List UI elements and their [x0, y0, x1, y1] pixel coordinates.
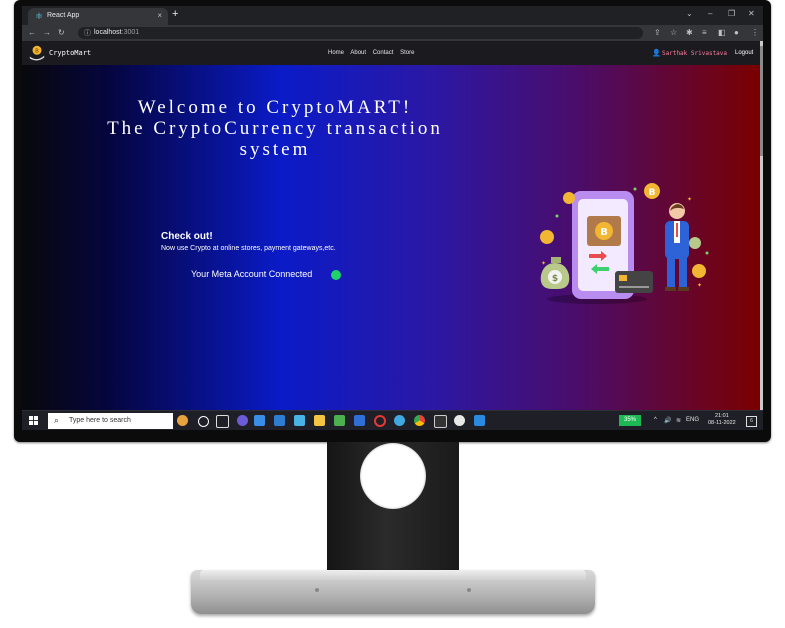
app-icon-7[interactable] — [454, 415, 465, 426]
url-host: localhost — [94, 29, 122, 36]
side-panel-icon[interactable]: ◧ — [718, 28, 726, 37]
connected-status-dot — [331, 270, 341, 280]
address-bar[interactable]: ⓘ localhost:3001 — [78, 27, 643, 39]
monitor-stand-base-top — [200, 570, 586, 580]
nav-about-link[interactable]: About — [350, 50, 366, 56]
search-icon: ⌕ — [54, 415, 60, 425]
monitor-hinge-left — [315, 588, 319, 592]
user-name[interactable]: Sarthak Srivastava — [662, 50, 727, 57]
check-out-heading: Check out! — [161, 231, 213, 242]
svg-text:B: B — [35, 49, 39, 55]
desktop-stage: ⚛ React App × + ⌄ – ❐ ✕ ← → ↻ ⓘ localhos… — [0, 0, 785, 628]
nav-home-link[interactable]: Home — [328, 50, 344, 56]
monitor-hinge-right — [467, 588, 471, 592]
hero-title-line-3: system — [239, 139, 311, 160]
react-icon: ⚛ — [35, 11, 44, 21]
tab-title: React App — [47, 12, 80, 19]
vscode-icon[interactable] — [474, 415, 485, 426]
close-tab-icon[interactable]: × — [157, 11, 162, 20]
reading-list-icon[interactable]: ≡ — [702, 28, 707, 37]
hero-title-line-1: Welcome to CryptoMART! — [137, 97, 413, 118]
monitor-stand-hole — [360, 443, 426, 509]
site-navbar: B CryptoMart Home About Contact Store 👤 … — [22, 41, 763, 65]
close-window-icon[interactable]: ✕ — [748, 9, 755, 18]
svg-text:B: B — [649, 188, 656, 198]
app-icon-1[interactable] — [237, 415, 248, 426]
clock-time: 21:01 — [714, 413, 729, 419]
windows-taskbar: ⌕ Type here to search 35% ^ 🔊 ≋ ENG 21:0… — [22, 410, 763, 430]
mail-icon[interactable] — [254, 415, 265, 426]
svg-text:$: $ — [552, 274, 558, 284]
restore-icon[interactable]: ❐ — [728, 9, 735, 18]
file-explorer-icon[interactable] — [314, 415, 325, 426]
volume-icon[interactable]: 🔊 — [664, 417, 671, 424]
back-icon[interactable]: ← — [28, 28, 36, 37]
task-view-icon[interactable] — [216, 415, 229, 428]
app-icon-2[interactable] — [294, 415, 305, 426]
tab-search-icon[interactable]: ⌄ — [686, 9, 693, 18]
nav-contact-link[interactable]: Contact — [373, 50, 394, 56]
nav-store-link[interactable]: Store — [400, 50, 414, 56]
taskbar-clock[interactable]: 21:01 08-11-2022 — [708, 413, 736, 427]
check-out-description: Now use Crypto at online stores, payment… — [161, 245, 336, 252]
chrome-icon[interactable] — [414, 415, 425, 426]
share-icon[interactable]: ⇪ — [654, 28, 661, 37]
minimize-icon[interactable]: – — [708, 9, 712, 18]
taskbar-search-input[interactable]: ⌕ Type here to search — [48, 413, 173, 429]
hero-title-line-2: The CryptoCurrency transaction — [107, 118, 443, 139]
wifi-icon[interactable]: ≋ — [676, 417, 681, 424]
new-tab-button[interactable]: + — [172, 8, 178, 20]
crypto-payment-illustration: B $ B ✦ ✦ ✦ — [540, 183, 709, 304]
brand-name[interactable]: CryptoMart — [49, 49, 91, 57]
app-icon-3[interactable] — [334, 415, 345, 426]
svg-text:B: B — [600, 227, 608, 238]
nav-links: Home About Contact Store — [328, 50, 419, 56]
profile-avatar-icon[interactable]: ● — [734, 28, 739, 37]
user-icon: 👤 — [652, 50, 661, 57]
brand-logo-icon[interactable]: B — [28, 44, 46, 62]
logout-link[interactable]: Logout — [735, 50, 753, 56]
extensions-icon[interactable]: ✱ — [686, 28, 693, 37]
app-icon-4[interactable] — [354, 415, 365, 426]
app-icon-5[interactable] — [394, 415, 405, 426]
browser-tab[interactable]: ⚛ React App × — [28, 8, 168, 25]
notification-center-icon[interactable]: 6 — [746, 416, 757, 427]
forward-icon[interactable]: → — [43, 28, 51, 37]
windows-start-icon[interactable] — [29, 416, 38, 425]
url-text: localhost:3001 — [94, 29, 139, 36]
cortana-icon[interactable] — [198, 416, 209, 427]
clock-date: 08-11-2022 — [708, 420, 736, 426]
browser-toolbar: ← → ↻ ⓘ localhost:3001 ⇪ ☆ ✱ ≡ ◧ ● ⋮ — [22, 25, 763, 41]
svg-text:✦: ✦ — [687, 196, 692, 203]
more-menu-icon[interactable]: ⋮ — [751, 28, 759, 37]
search-placeholder: Type here to search — [69, 417, 131, 424]
store-icon[interactable] — [274, 415, 285, 426]
url-port: :3001 — [121, 29, 140, 36]
site-info-icon[interactable]: ⓘ — [84, 28, 91, 38]
battery-percent-badge[interactable]: 35% — [619, 415, 641, 426]
browser-tab-bar: ⚛ React App × + ⌄ – ❐ ✕ — [22, 6, 763, 25]
svg-text:✦: ✦ — [541, 260, 546, 267]
reload-icon[interactable]: ↻ — [58, 28, 65, 37]
app-icon-6[interactable] — [434, 415, 447, 428]
monitor-screen: ⚛ React App × + ⌄ – ❐ ✕ ← → ↻ ⓘ localhos… — [22, 6, 763, 430]
scrollbar-thumb[interactable] — [760, 46, 763, 156]
svg-text:✦: ✦ — [697, 282, 702, 289]
hero-title: Welcome to CryptoMART! The CryptoCurrenc… — [70, 97, 480, 160]
opera-icon[interactable] — [374, 415, 386, 427]
language-indicator[interactable]: ENG — [686, 417, 699, 423]
show-hidden-icons[interactable]: ^ — [654, 417, 657, 423]
meta-account-status: Your Meta Account Connected — [191, 269, 313, 279]
cortana-doodle-icon[interactable] — [177, 415, 188, 426]
bookmark-star-icon[interactable]: ☆ — [670, 28, 677, 37]
